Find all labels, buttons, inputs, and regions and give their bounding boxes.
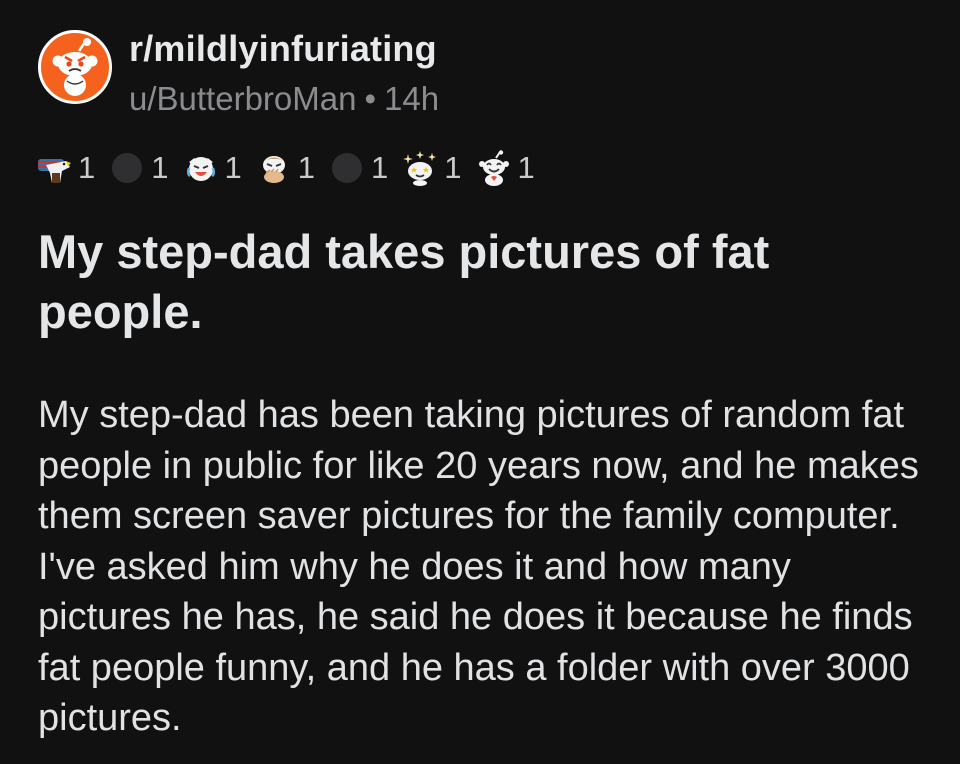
award-item[interactable]: 1 [256,150,315,186]
post-card: r/mildlyinfuriating u/ButterbroMan • 14h 1 [0,0,960,764]
award-item[interactable]: 1 [183,150,242,186]
post-body: My step-dad has been taking pictures of … [38,394,919,739]
post-age: 14h [384,80,440,117]
awards-row[interactable]: 1 1 1 1 1 1 1 [36,148,549,188]
post-title[interactable]: My step-dad takes pictures of fat people… [38,222,918,342]
subreddit-avatar[interactable] [38,30,112,104]
award-item[interactable]: 1 [402,150,462,186]
award-item[interactable]: 1 [36,150,95,186]
award-item[interactable]: 1 [476,150,535,186]
subreddit-name[interactable]: r/mildlyinfuriating [129,27,439,71]
author-name[interactable]: u/ButterbroMan [129,80,356,117]
award-count: 1 [517,150,535,185]
dark-circle-award-icon [329,150,365,186]
award-item[interactable]: 1 [329,150,388,186]
wholesome-award-icon [476,150,512,186]
starstruck-award-icon [402,150,438,186]
award-count: 1 [224,150,242,185]
award-count: 1 [78,150,96,185]
facepalm-award-icon [256,150,292,186]
eagle-award-icon [36,150,72,186]
post-header: r/mildlyinfuriating u/ButterbroMan • 14h [38,27,439,119]
award-count: 1 [297,150,315,185]
post-meta: r/mildlyinfuriating u/ButterbroMan • 14h [129,27,439,119]
award-item[interactable]: 1 [109,150,169,186]
award-count: 1 [151,150,169,185]
post-byline: u/ButterbroMan • 14h [129,79,439,119]
award-count: 1 [444,150,462,185]
award-count: 1 [371,150,389,185]
crying-laughing-award-icon [183,150,219,186]
angry-snoo-icon [52,38,98,96]
dark-circle-award-icon [109,150,145,186]
byline-separator: • [364,80,377,117]
